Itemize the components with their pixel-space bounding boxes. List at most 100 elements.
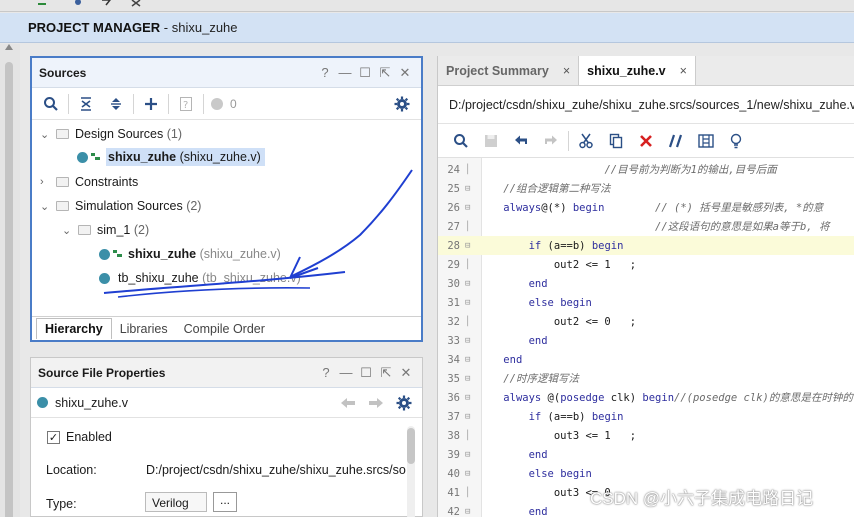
- fold-marker-icon[interactable]: ⊟: [460, 336, 478, 346]
- code-line[interactable]: 39 ⊟ end: [438, 445, 854, 464]
- code-line[interactable]: 25 ⊟ //组合逻辑第二种写法: [438, 179, 854, 198]
- chevron-down-icon[interactable]: ⌄: [40, 200, 52, 213]
- tab-libraries[interactable]: Libraries: [112, 319, 176, 339]
- fold-marker-icon[interactable]: ⊟: [460, 393, 478, 403]
- fold-marker-icon[interactable]: │: [460, 260, 478, 270]
- copy-icon[interactable]: [601, 128, 631, 154]
- gear-icon[interactable]: [396, 395, 412, 411]
- sum-icon[interactable]: [100, 0, 112, 8]
- maximize-icon[interactable]: ☐: [355, 63, 375, 83]
- chevron-down-icon[interactable]: ⌄: [40, 128, 52, 141]
- code-line[interactable]: 32 │ out2 <= 0 ;: [438, 312, 854, 331]
- fold-marker-icon[interactable]: ⊟: [460, 469, 478, 479]
- tree-sim-1[interactable]: ⌄ sim_1 (2): [62, 219, 149, 241]
- fold-marker-icon[interactable]: │: [460, 431, 478, 441]
- fold-marker-icon[interactable]: ⊟: [460, 450, 478, 460]
- search-icon[interactable]: [446, 128, 476, 154]
- redo-icon[interactable]: [536, 128, 566, 154]
- comment-icon[interactable]: [661, 128, 691, 154]
- editor-toolbar: [438, 124, 854, 158]
- close-icon[interactable]: ×: [680, 64, 687, 78]
- chevron-down-icon[interactable]: ⌄: [62, 224, 74, 237]
- code-line[interactable]: 24 │ //目号前为判断为1的输出,目号后面: [438, 160, 854, 179]
- location-label: Location:: [46, 463, 97, 477]
- fold-marker-icon[interactable]: │: [460, 488, 478, 498]
- undo-icon[interactable]: [36, 0, 48, 8]
- close-icon[interactable]: ✕: [396, 363, 416, 383]
- code-line[interactable]: 26 ⊟ always@(*) begin // (*) 括号里是敏感列表, *的…: [438, 198, 854, 217]
- tree-count: (2): [133, 223, 150, 237]
- tree-constraints[interactable]: › Constraints: [40, 171, 138, 193]
- lightbulb-icon[interactable]: [721, 128, 751, 154]
- tree-design-file[interactable]: shixu_zuhe (shixu_zuhe.v): [77, 146, 265, 168]
- tree-sim-file-2[interactable]: tb_shixu_zuhe (tb_shixu_zuhe.v): [99, 267, 301, 289]
- tree-label: Constraints: [75, 175, 139, 189]
- fold-marker-icon[interactable]: ⊟: [460, 355, 478, 365]
- type-more-button[interactable]: ...: [213, 492, 237, 512]
- tab-compile-order[interactable]: Compile Order: [176, 319, 273, 339]
- fold-marker-icon[interactable]: │: [460, 165, 478, 175]
- properties-scrollbar[interactable]: [407, 426, 415, 517]
- properties-icon[interactable]: ?: [171, 91, 201, 117]
- tab-project-summary[interactable]: Project Summary ×: [438, 56, 578, 85]
- save-icon[interactable]: [476, 128, 506, 154]
- left-scrollbar[interactable]: [0, 44, 20, 517]
- maximize-icon[interactable]: ☐: [356, 363, 376, 383]
- tab-shixu-zuhe-v[interactable]: shixu_zuhe.v ×: [578, 56, 696, 85]
- back-arrow-icon[interactable]: [340, 397, 356, 409]
- gear-icon[interactable]: [387, 91, 417, 117]
- float-icon[interactable]: ⇱: [375, 63, 395, 83]
- code-area[interactable]: 24 │ //目号前为判断为1的输出,目号后面 25 ⊟ //组合逻辑第二种写法 26 ⊟…: [438, 158, 854, 517]
- line-number: 25: [447, 182, 460, 195]
- code-line[interactable]: 38 │ out3 <= 1 ;: [438, 426, 854, 445]
- cross-icon[interactable]: [130, 0, 142, 8]
- tab-hierarchy[interactable]: Hierarchy: [36, 318, 112, 339]
- tree-sim-file-1[interactable]: shixu_zuhe (shixu_zuhe.v): [99, 243, 281, 265]
- fold-marker-icon[interactable]: │: [460, 222, 478, 232]
- properties-scroll-thumb[interactable]: [407, 428, 415, 464]
- code-line[interactable]: 37 ⊟ if (a==b) begin: [438, 407, 854, 426]
- float-icon[interactable]: ⇱: [376, 363, 396, 383]
- search-icon[interactable]: [36, 91, 66, 117]
- enabled-checkbox[interactable]: ✓: [47, 430, 60, 444]
- forward-arrow-icon[interactable]: [368, 397, 384, 409]
- code-line[interactable]: 33 ⊟ end: [438, 331, 854, 350]
- help-icon[interactable]: ?: [315, 63, 335, 83]
- fold-marker-icon[interactable]: ⊟: [460, 412, 478, 422]
- add-sources-icon[interactable]: [136, 91, 166, 117]
- tree-simulation-sources[interactable]: ⌄ Simulation Sources (2): [40, 195, 201, 217]
- code-line[interactable]: 29 │ out2 <= 1 ;: [438, 255, 854, 274]
- code-line[interactable]: 30 ⊟ end: [438, 274, 854, 293]
- code-line[interactable]: 34 ⊟ end: [438, 350, 854, 369]
- scroll-up-icon[interactable]: [5, 44, 13, 50]
- code-line[interactable]: 35 ⊟ //时序逻辑写法: [438, 369, 854, 388]
- undo-icon[interactable]: [506, 128, 536, 154]
- fold-marker-icon[interactable]: ⊟: [460, 241, 478, 251]
- delete-icon[interactable]: [631, 128, 661, 154]
- column-block-icon[interactable]: [691, 128, 721, 154]
- cut-icon[interactable]: [571, 128, 601, 154]
- fold-marker-icon[interactable]: ⊟: [460, 279, 478, 289]
- fold-marker-icon[interactable]: ⊟: [460, 298, 478, 308]
- code-line[interactable]: 36 ⊟ always @(posedge clk) begin//(posedg…: [438, 388, 854, 407]
- minimize-icon[interactable]: —: [335, 63, 355, 83]
- help-icon[interactable]: ?: [316, 363, 336, 383]
- fold-marker-icon[interactable]: ⊟: [460, 374, 478, 384]
- fold-marker-icon[interactable]: ⊟: [460, 184, 478, 194]
- scroll-thumb[interactable]: [5, 62, 13, 517]
- settings-icon[interactable]: [72, 0, 84, 8]
- chevron-right-icon[interactable]: ›: [40, 176, 52, 188]
- code-line[interactable]: 27 │ //这段语句的意思是如果a等于b, 将: [438, 217, 854, 236]
- close-icon[interactable]: ✕: [395, 63, 415, 83]
- fold-marker-icon[interactable]: ⊟: [460, 203, 478, 213]
- fold-marker-icon[interactable]: ⊟: [460, 507, 478, 517]
- close-icon[interactable]: ×: [563, 64, 570, 78]
- collapse-all-icon[interactable]: [71, 91, 101, 117]
- code-line[interactable]: 40 ⊟ else begin: [438, 464, 854, 483]
- fold-marker-icon[interactable]: │: [460, 317, 478, 327]
- expand-all-icon[interactable]: [101, 91, 131, 117]
- minimize-icon[interactable]: —: [336, 363, 356, 383]
- code-line[interactable]: 28 ⊟ if (a==b) begin: [438, 236, 854, 255]
- code-line[interactable]: 31 ⊟ else begin: [438, 293, 854, 312]
- tree-design-sources[interactable]: ⌄ Design Sources (1): [40, 123, 182, 145]
